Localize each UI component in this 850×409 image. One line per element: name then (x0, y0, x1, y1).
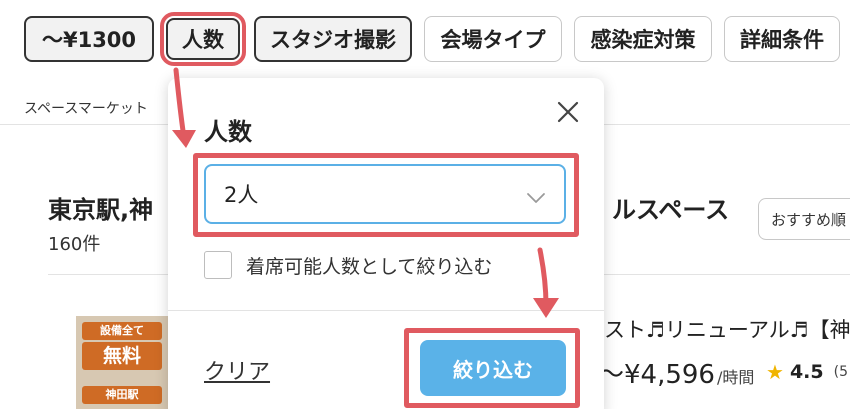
filter-details[interactable]: 詳細条件 (724, 16, 840, 62)
rating-value: 4.5 (789, 361, 824, 383)
close-icon[interactable] (554, 98, 582, 126)
star-icon: ★ (766, 360, 784, 384)
breadcrumb[interactable]: スペースマーケット (24, 98, 148, 118)
seated-capacity-option[interactable]: 着席可能人数として絞り込む (204, 251, 492, 279)
filter-venue-type[interactable]: 会場タイプ (424, 16, 562, 62)
people-count-select[interactable]: 2人 (204, 164, 566, 224)
sort-dropdown[interactable]: おすすめ順 (758, 198, 850, 240)
chevron-down-icon (526, 186, 546, 210)
thumb-badge-station: 神田駅 (82, 386, 162, 404)
people-filter-popover: 人数 2人 着席可能人数として絞り込む クリア 絞り込む (168, 78, 604, 409)
thumb-badge-facilities: 設備全て (82, 322, 162, 340)
thumb-badge-free: 無料 (82, 342, 162, 370)
results-title-right: ルスペース (612, 196, 730, 224)
rating-count: (5 (833, 364, 848, 380)
listing-title[interactable]: スト♬リニューアル♬【神田 (604, 314, 850, 344)
sort-label: おすすめ順 (771, 210, 847, 229)
listing-rating: ★ 4.5 (5 (766, 360, 848, 384)
popover-title: 人数 (204, 118, 252, 146)
filter-studio[interactable]: スタジオ撮影 (254, 16, 412, 62)
price-unit: /時間 (716, 368, 755, 387)
results-title-left: 東京駅,神 (48, 196, 154, 224)
apply-button[interactable]: 絞り込む (420, 340, 566, 396)
filter-infection[interactable]: 感染症対策 (574, 16, 712, 62)
filter-price[interactable]: 〜¥1300 (24, 16, 154, 62)
listing-price: 〜¥4,596 /時間 (598, 354, 754, 391)
select-value: 2人 (224, 183, 259, 207)
popover-divider (168, 310, 604, 311)
filter-people[interactable]: 人数 (160, 12, 246, 66)
seated-capacity-label[interactable]: 着席可能人数として絞り込む (246, 252, 492, 279)
listing-thumbnail[interactable]: 設備全て 無料 神田駅 (76, 316, 168, 409)
results-count: 160件 (48, 234, 101, 255)
seated-capacity-checkbox[interactable] (204, 251, 232, 279)
clear-button[interactable]: クリア (204, 354, 270, 386)
price-value: 〜¥4,596 (598, 360, 715, 390)
